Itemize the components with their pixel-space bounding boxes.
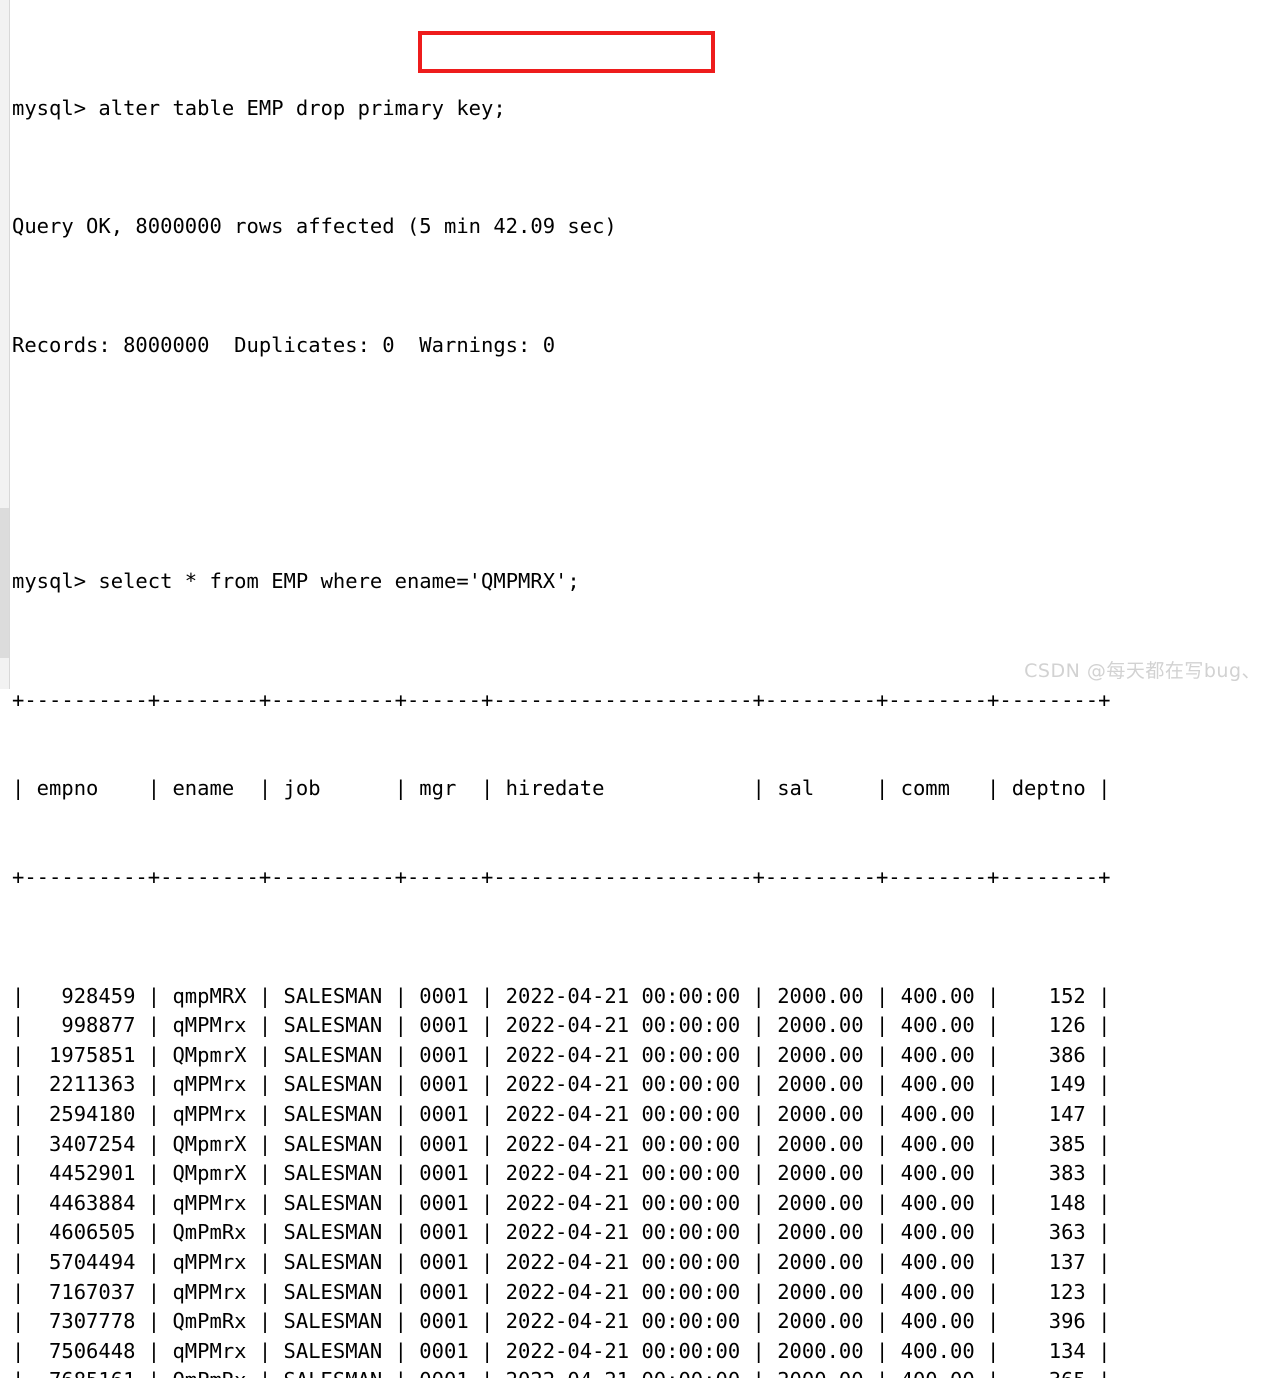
table-row: | 7167037 | qMPMrx | SALESMAN | 0001 | 2… xyxy=(12,1278,1269,1308)
table-row: | 2594180 | qMPMrx | SALESMAN | 0001 | 2… xyxy=(12,1100,1269,1130)
terminal-output-area[interactable]: mysql> alter table EMP drop primary key;… xyxy=(12,0,1269,689)
table-row: | 4452901 | QMpmrX | SALESMAN | 0001 | 2… xyxy=(12,1159,1269,1189)
table-row: | 3407254 | QMpmrX | SALESMAN | 0001 | 2… xyxy=(12,1130,1269,1160)
table-row: | 7506448 | qMPMrx | SALESMAN | 0001 | 2… xyxy=(12,1337,1269,1367)
table-separator-header: +----------+--------+----------+------+-… xyxy=(12,863,1269,893)
sql-alter-table: alter table EMP drop primary key; xyxy=(98,96,505,120)
table-body: | 928459 | qmpMRX | SALESMAN | 0001 | 20… xyxy=(12,982,1269,1378)
table-row: | 998877 | qMPMrx | SALESMAN | 0001 | 20… xyxy=(12,1011,1269,1041)
sql-select: select * from EMP where ename='QMPMRX'; xyxy=(98,569,579,593)
table-row: | 7307778 | QmPmRx | SALESMAN | 0001 | 2… xyxy=(12,1307,1269,1337)
table-row: | 5704494 | qMPMrx | SALESMAN | 0001 | 2… xyxy=(12,1248,1269,1278)
records-duplicates-warnings-line: Records: 8000000 Duplicates: 0 Warnings:… xyxy=(12,331,1269,361)
table-row: | 2211363 | qMPMrx | SALESMAN | 0001 | 2… xyxy=(12,1070,1269,1100)
scrollbar-thumb[interactable] xyxy=(0,508,9,658)
window-left-gutter xyxy=(0,0,10,689)
command-line-select: mysql> select * from EMP where ename='QM… xyxy=(12,567,1269,597)
table-row: | 4463884 | qMPMrx | SALESMAN | 0001 | 2… xyxy=(12,1189,1269,1219)
table-row: | 4606505 | QmPmRx | SALESMAN | 0001 | 2… xyxy=(12,1218,1269,1248)
table-row: | 7685161 | QmPmRx | SALESMAN | 0001 | 2… xyxy=(12,1366,1269,1378)
csdn-watermark: CSDN @每天都在写bug、 xyxy=(1024,656,1261,683)
table-separator-top: +----------+--------+----------+------+-… xyxy=(12,686,1269,716)
command-line-alter-table: mysql> alter table EMP drop primary key; xyxy=(12,94,1269,124)
table-row: | 928459 | qmpMRX | SALESMAN | 0001 | 20… xyxy=(12,982,1269,1012)
prompt-1: mysql> xyxy=(12,96,98,120)
query-ok-line: Query OK, 8000000 rows affected (5 min 4… xyxy=(12,212,1269,242)
blank-line-1 xyxy=(12,449,1269,479)
table-header-row: | empno | ename | job | mgr | hiredate |… xyxy=(12,774,1269,804)
table-row: | 1975851 | QMpmrX | SALESMAN | 0001 | 2… xyxy=(12,1041,1269,1071)
prompt-2: mysql> xyxy=(12,569,98,593)
